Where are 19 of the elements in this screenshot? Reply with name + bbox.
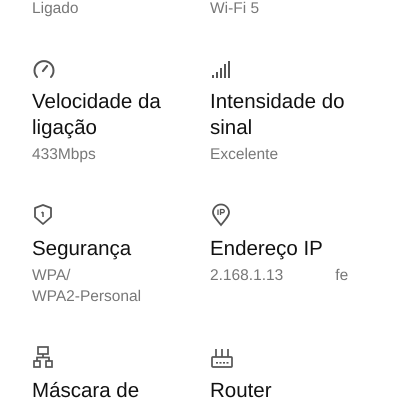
info-title: Velocidade da ligação [32,89,162,141]
info-title: Segurança [32,236,132,262]
network-icon [32,345,54,369]
info-title: Intensidade do sinal [210,89,346,141]
info-title: Endereço IP [210,236,324,262]
router-icon [210,347,234,369]
info-value: Excelente [210,145,280,165]
info-value: WPA2-Personal [32,287,142,307]
location-pin-icon [210,203,232,227]
info-value: 2.168.1.13 [210,266,284,286]
info-title: Máscara de [32,378,140,404]
info-value: WPA/ [32,266,72,286]
info-value: fe [335,266,348,286]
speedometer-icon [32,58,56,80]
shield-icon [32,203,54,227]
info-title: Router [210,378,273,404]
info-value: Ligado [32,0,79,17]
info-value: Wi-Fi 5 [210,0,260,17]
info-value: 433Mbps [32,145,97,165]
